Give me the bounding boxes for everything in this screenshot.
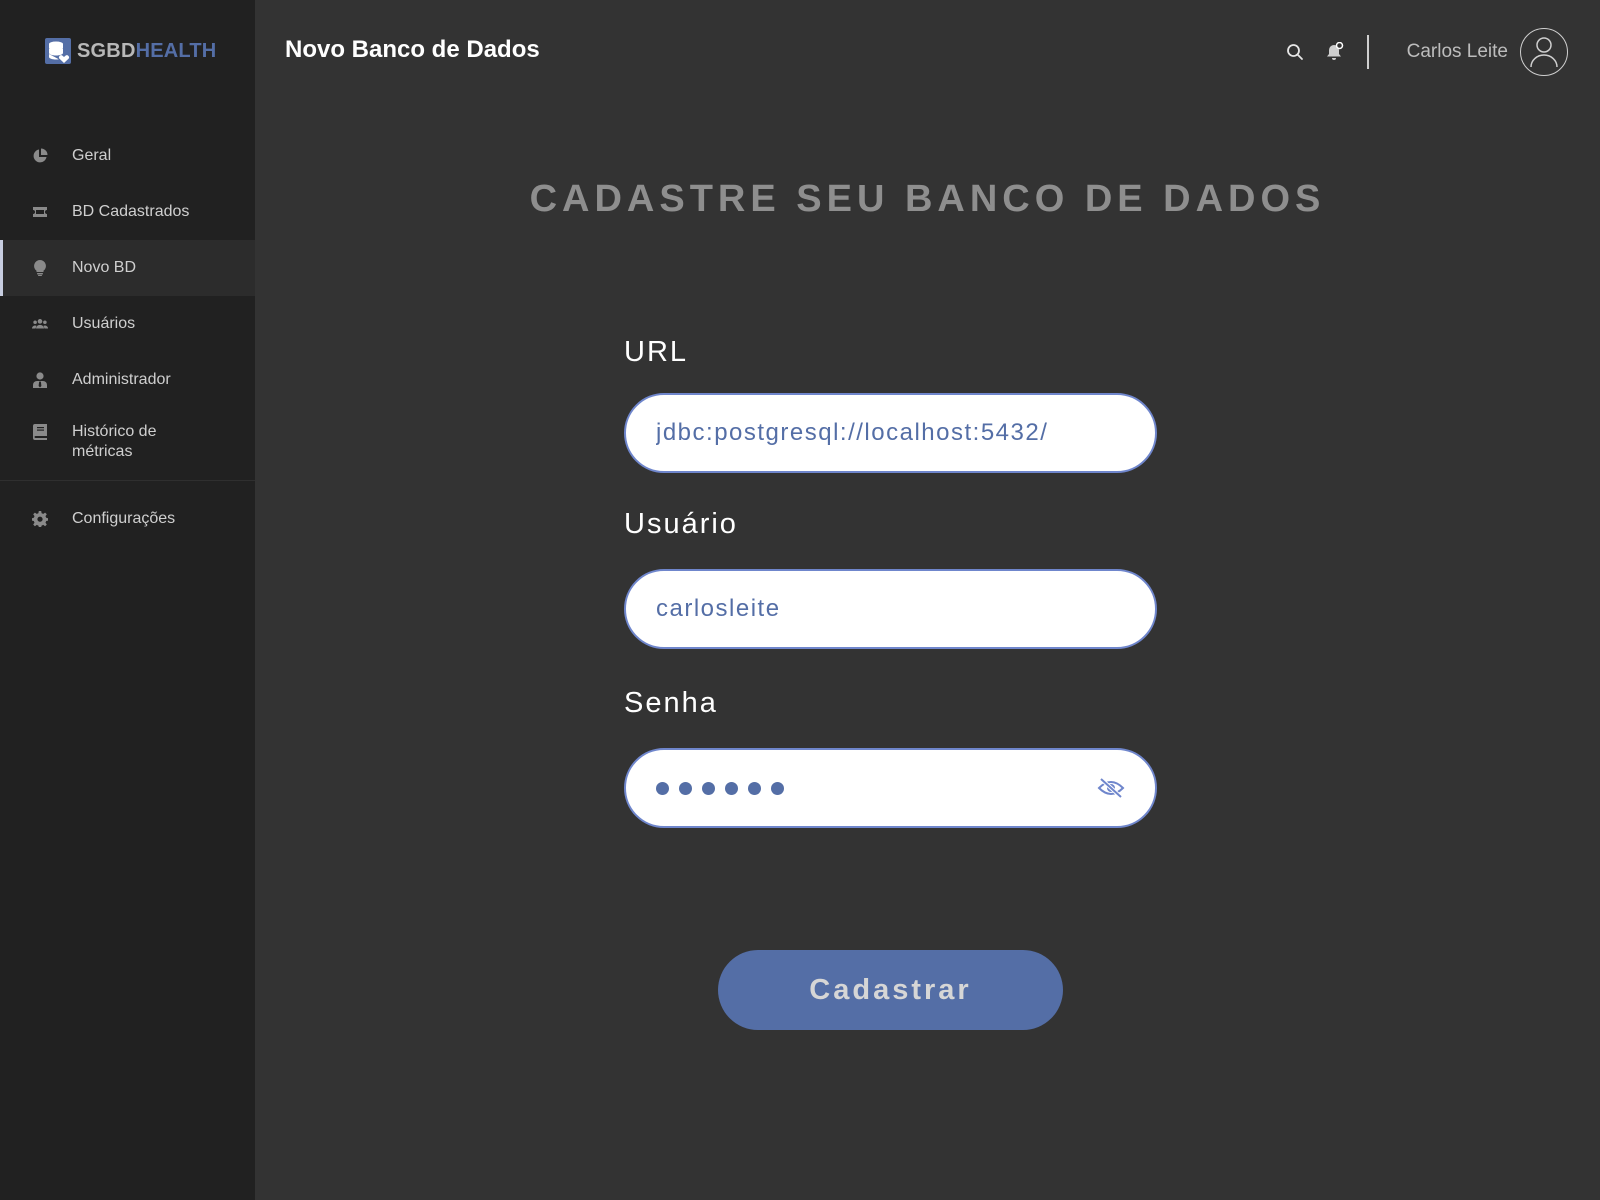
password-input[interactable] (656, 781, 1097, 795)
sidebar-item-label: Usuários (72, 315, 136, 332)
page-title: Novo Banco de Dados (285, 36, 540, 63)
user-name[interactable]: Carlos Leite (1407, 41, 1508, 63)
avatar[interactable] (1520, 28, 1568, 76)
sidebar-item-label: Histórico de métricas (72, 423, 157, 460)
sidebar-item-label: Configurações (72, 510, 176, 527)
sidebar: SGBD HEALTH Geral BD Cadastrados Novo BD … (0, 0, 255, 1200)
url-field[interactable] (624, 393, 1157, 473)
user-tie-icon (32, 372, 48, 388)
user-input[interactable] (656, 595, 1125, 623)
app-logo[interactable]: SGBD HEALTH (45, 38, 216, 64)
sidebar-item-usuarios[interactable]: Usuários (0, 296, 255, 352)
user-avatar-icon (1530, 37, 1558, 68)
sidebar-item-label: Geral (72, 147, 112, 164)
password-label: Senha (624, 687, 718, 719)
notification-bell-icon[interactable] (1325, 42, 1345, 62)
users-icon (32, 316, 48, 332)
password-mask-dot (656, 781, 669, 795)
form-heading: CADASTRE SEU BANCO DE DADOS (529, 178, 1326, 220)
sidebar-nav: Geral BD Cadastrados Novo BD Usuários Ad… (0, 128, 255, 547)
user-label: Usuário (624, 508, 738, 540)
gear-icon (32, 511, 48, 527)
sidebar-item-label: Novo BD (72, 259, 137, 276)
password-mask-dot (725, 781, 738, 795)
password-mask-dot (771, 781, 784, 795)
sidebar-item-label: BD Cadastrados (72, 203, 190, 220)
book-icon (32, 424, 48, 440)
database-heart-icon (45, 38, 71, 64)
search-icon[interactable] (1285, 42, 1305, 62)
ticket-icon (32, 204, 48, 220)
logo-text-sgbd: SGBD (77, 39, 136, 62)
sidebar-item-geral[interactable]: Geral (0, 128, 255, 184)
user-field[interactable] (624, 569, 1157, 649)
sidebar-item-historico-de-metricas[interactable]: Histórico de métricas (0, 408, 255, 480)
eye-slash-icon[interactable] (1097, 776, 1125, 800)
cadastrar-button[interactable]: Cadastrar (718, 950, 1063, 1030)
url-label: URL (624, 336, 689, 368)
password-mask-dot (679, 781, 692, 795)
header-divider (1366, 35, 1369, 69)
sidebar-item-administrador[interactable]: Administrador (0, 352, 255, 408)
password-field[interactable] (624, 748, 1157, 828)
sidebar-item-label: Administrador (72, 371, 171, 388)
pie-chart-icon (32, 148, 48, 164)
url-input[interactable] (656, 419, 1125, 447)
logo-text-health: HEALTH (135, 39, 217, 62)
password-mask-dot (748, 781, 761, 795)
lightbulb-icon (32, 260, 48, 276)
sidebar-item-novo-bd[interactable]: Novo BD (0, 240, 255, 296)
password-mask-dot (702, 781, 715, 795)
sidebar-item-configuracoes[interactable]: Configurações (0, 491, 255, 547)
sidebar-item-bd-cadastrados[interactable]: BD Cadastrados (0, 184, 255, 240)
header-actions: Carlos Leite (1285, 24, 1600, 80)
